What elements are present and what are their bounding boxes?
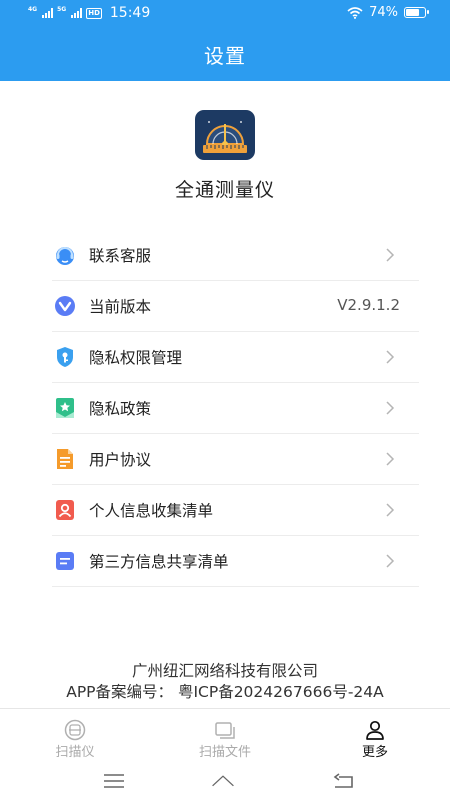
menu-item-personal-info-list[interactable]: 个人信息收集清单 (52, 485, 419, 536)
chevron-right-icon (386, 248, 395, 262)
settings-menu: 联系客服 当前版本 V2.9.1.2 隐私权限管理 隐私政策 用户协议 个人信息… (52, 230, 419, 587)
signal-icon (71, 8, 83, 18)
menu-item-label: 第三方信息共享清单 (89, 553, 229, 571)
signal-icon (42, 8, 54, 18)
home-icon[interactable] (211, 772, 235, 790)
menu-item-third-party-sharing[interactable]: 第三方信息共享清单 (52, 536, 419, 587)
status-bar: 4G 5G HD 15:49 74% (0, 0, 450, 28)
chevron-right-icon (386, 503, 395, 517)
app-name: 全通测量仪 (174, 179, 275, 201)
menu-item-user-agreement[interactable]: 用户协议 (52, 434, 419, 485)
tab-more[interactable]: 更多 (325, 709, 425, 765)
chevron-right-icon (386, 350, 395, 364)
tab-scan-files[interactable]: 扫描文件 (175, 709, 275, 765)
tab-label: 更多 (361, 745, 388, 760)
policy-bookmark-icon (56, 398, 74, 418)
chevron-right-icon (386, 452, 395, 466)
files-icon (215, 722, 235, 739)
customer-service-icon (56, 247, 74, 265)
version-icon (55, 296, 75, 316)
icp-record: APP备案编号： 粤ICP备2024267666号-24A (66, 683, 384, 701)
status-time: 15:49 (109, 5, 151, 21)
menu-item-contact-support[interactable]: 联系客服 (52, 230, 419, 281)
scanner-icon (64, 719, 86, 741)
menu-item-privacy-policy[interactable]: 隐私政策 (52, 383, 419, 434)
bottom-tab-bar: 扫描仪 扫描文件 更多 (0, 708, 450, 765)
menu-item-label: 隐私政策 (89, 400, 152, 418)
person-icon (366, 720, 384, 740)
third-party-share-icon (56, 552, 74, 570)
chevron-right-icon (386, 554, 395, 568)
menu-item-current-version[interactable]: 当前版本 V2.9.1.2 (52, 281, 419, 332)
menu-item-label: 用户协议 (89, 451, 152, 469)
agreement-document-icon (57, 449, 73, 469)
battery-percent: 74% (369, 5, 398, 20)
tab-scanner[interactable]: 扫描仪 (25, 709, 125, 765)
menu-icon[interactable] (102, 772, 126, 790)
system-nav-bar (0, 764, 450, 800)
app-header: 4G 5G HD 15:49 74% 设置 (0, 0, 450, 81)
company-name: 广州纽汇网络科技有限公司 (131, 662, 318, 680)
chevron-right-icon (386, 401, 395, 415)
page-title: 设置 (204, 44, 246, 68)
privacy-shield-icon (57, 347, 73, 367)
wifi-icon (347, 6, 363, 19)
tab-label: 扫描仪 (55, 745, 95, 760)
menu-item-privacy-permissions[interactable]: 隐私权限管理 (52, 332, 419, 383)
back-icon[interactable] (332, 772, 356, 790)
menu-item-label: 隐私权限管理 (89, 349, 183, 367)
hd-voice-badge: HD (86, 7, 102, 19)
network-type-2: 5G (57, 5, 67, 13)
network-type-1: 4G (28, 5, 38, 13)
menu-item-label: 个人信息收集清单 (89, 502, 214, 520)
menu-item-label: 联系客服 (89, 247, 152, 265)
menu-item-label: 当前版本 (89, 298, 152, 316)
personal-info-icon (56, 500, 74, 520)
tab-label: 扫描文件 (198, 745, 251, 760)
app-logo-icon (195, 110, 255, 160)
battery-icon (404, 7, 429, 18)
version-value: V2.9.1.2 (337, 296, 400, 314)
